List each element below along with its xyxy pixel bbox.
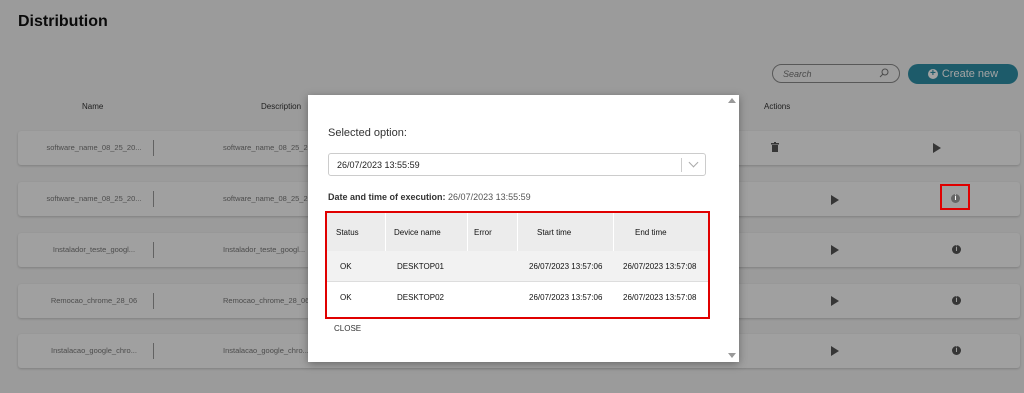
cell-device-name: DESKTOP02 <box>397 293 444 302</box>
header-end-time: End time <box>635 228 667 237</box>
header-status: Status <box>336 228 359 237</box>
cell-start-time: 26/07/2023 13:57:06 <box>529 262 603 271</box>
results-table: Status Device name Error Start time End … <box>325 211 710 319</box>
cell-device-name: DESKTOP01 <box>397 262 444 271</box>
execution-datetime: Date and time of execution: 26/07/2023 1… <box>328 192 531 202</box>
cell-status: OK <box>340 293 352 302</box>
execution-details-modal: Selected option: 26/07/2023 13:55:59 Dat… <box>308 95 739 362</box>
scroll-down-arrow[interactable] <box>728 353 736 358</box>
column-divider <box>385 213 386 251</box>
cell-status: OK <box>340 262 352 271</box>
highlighted-info-button[interactable]: i <box>940 184 970 210</box>
cell-end-time: 26/07/2023 13:57:08 <box>623 293 697 302</box>
results-table-header: Status Device name Error Start time End … <box>327 213 708 251</box>
chevron-down-icon[interactable] <box>688 157 699 168</box>
table-row: OK DESKTOP02 26/07/2023 13:57:06 26/07/2… <box>327 281 708 312</box>
column-divider <box>517 213 518 251</box>
info-icon: i <box>951 194 960 203</box>
column-divider <box>467 213 468 251</box>
execution-date-select[interactable]: 26/07/2023 13:55:59 <box>328 153 706 176</box>
column-divider <box>613 213 614 251</box>
cell-start-time: 26/07/2023 13:57:06 <box>529 293 603 302</box>
header-start-time: Start time <box>537 228 572 237</box>
header-error: Error <box>474 228 492 237</box>
execution-datetime-value: 26/07/2023 13:55:59 <box>448 192 531 202</box>
execution-datetime-label: Date and time of execution: <box>328 192 446 202</box>
selected-option-label: Selected option: <box>328 127 407 139</box>
select-divider <box>681 158 682 172</box>
close-button[interactable]: CLOSE <box>334 324 361 333</box>
select-value: 26/07/2023 13:55:59 <box>337 160 420 170</box>
table-row: OK DESKTOP01 26/07/2023 13:57:06 26/07/2… <box>327 251 708 281</box>
header-device-name: Device name <box>394 228 441 237</box>
cell-end-time: 26/07/2023 13:57:08 <box>623 262 697 271</box>
scroll-up-arrow[interactable] <box>728 98 736 103</box>
